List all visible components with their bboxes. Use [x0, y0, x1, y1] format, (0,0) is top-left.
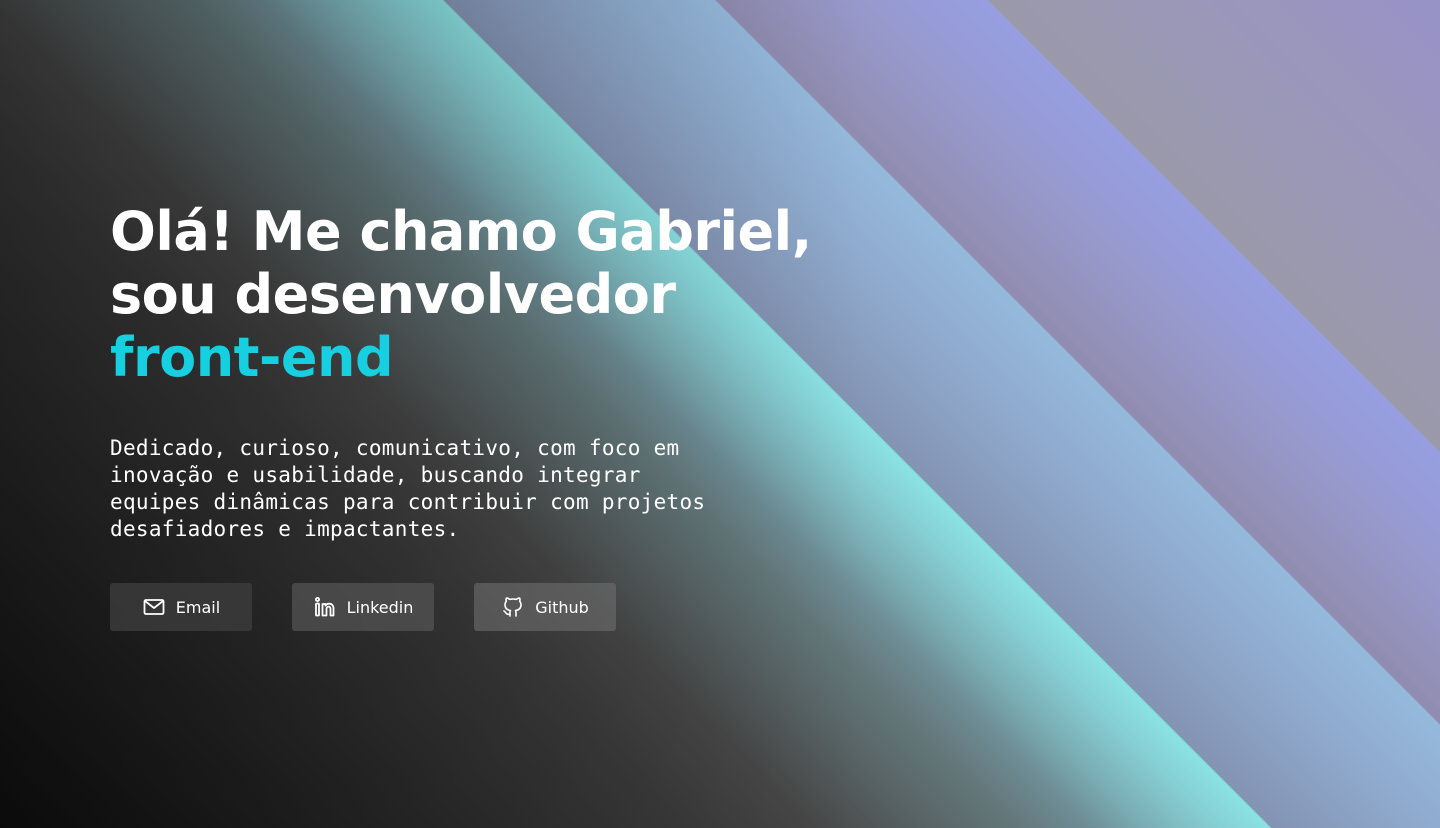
- hero-section: Olá! Me chamo Gabriel, sou desenvolvedor…: [110, 200, 812, 631]
- headline-accent-front-end: front-end: [110, 326, 394, 389]
- linkedin-icon: [313, 595, 337, 619]
- github-icon: [501, 595, 525, 619]
- contact-buttons: Email Linkedin Github: [110, 583, 810, 631]
- github-button[interactable]: Github: [474, 583, 616, 631]
- github-button-label: Github: [535, 597, 589, 617]
- headline-line-role: sou desenvolvedor: [110, 263, 676, 326]
- email-button-label: Email: [175, 597, 221, 617]
- hero-headline: Olá! Me chamo Gabriel, sou desenvolvedor…: [110, 200, 812, 389]
- linkedin-button-label: Linkedin: [346, 597, 414, 617]
- email-button[interactable]: Email: [110, 583, 252, 631]
- linkedin-button[interactable]: Linkedin: [292, 583, 434, 631]
- hero-description: Dedicado, curioso, comunicativo, com foc…: [110, 436, 706, 541]
- mail-icon: [142, 595, 166, 619]
- headline-line-greeting: Olá! Me chamo Gabriel,: [110, 200, 812, 263]
